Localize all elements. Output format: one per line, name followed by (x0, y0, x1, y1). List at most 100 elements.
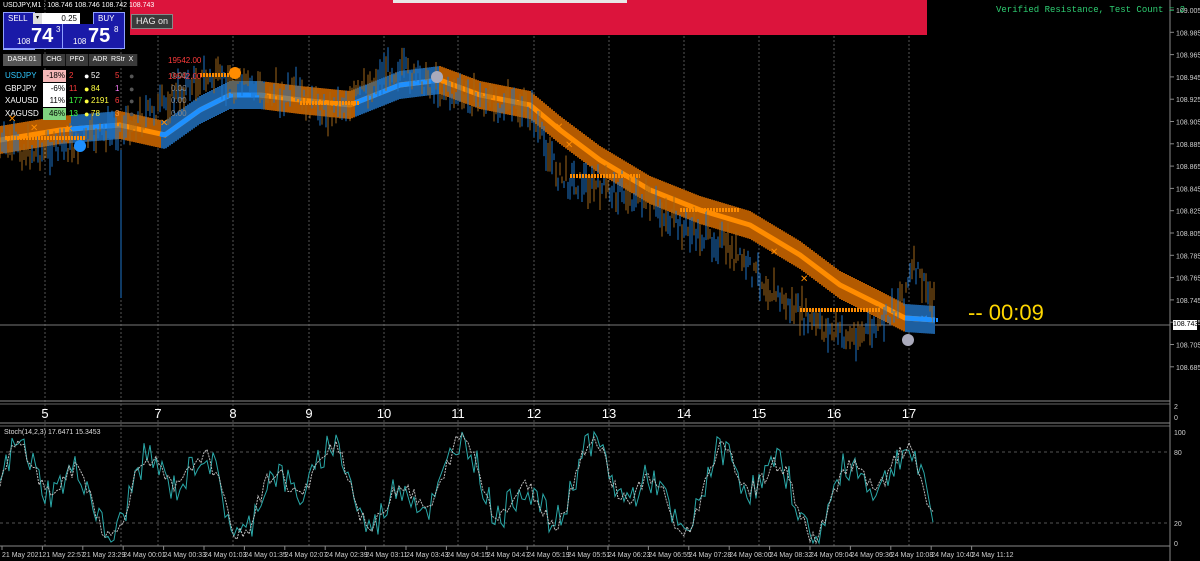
price-axis-label: 108.745 (1176, 298, 1200, 305)
time-axis-label: 24 May 04:47 (487, 552, 530, 559)
hour-label: 10 (377, 406, 391, 421)
current-price-tag: 108.743 (1173, 320, 1199, 330)
dashboard-rstr: 5 (115, 71, 120, 80)
col-rstr[interactable]: RStr (111, 54, 126, 66)
dashboard-symbol: XAGUSD (5, 108, 39, 118)
status-dot-icon: ● (129, 83, 135, 94)
x-marker-icon: ✕ (920, 314, 928, 325)
price-axis-label: 108.865 (1176, 164, 1200, 171)
sell-price-big: 74 (31, 25, 54, 47)
dashboard-rstr: 6 (115, 96, 120, 105)
col-adr[interactable]: ADR (89, 54, 112, 66)
dashboard-adr: 84 (91, 83, 100, 93)
stoch-axis-label: 20 (1174, 521, 1182, 528)
time-axis-label: 24 May 01:35 (244, 552, 287, 559)
hag-toggle-button[interactable]: HAG on (131, 14, 173, 29)
dashboard-pfo: 13 (69, 108, 78, 118)
price-axis-label: 108.685 (1176, 365, 1200, 372)
status-dot-icon: ● (129, 108, 135, 119)
dashboard-chg: 11% (43, 95, 66, 107)
status-dot-icon: ● (129, 71, 135, 81)
price-axis-label: 108.945 (1176, 75, 1200, 82)
price-axis-label: 108.985 (1176, 30, 1200, 37)
dashboard-adr: 78 (91, 108, 100, 118)
time-axis-label: 24 May 02:39 (325, 552, 368, 559)
dashboard-pfo: 11 (69, 83, 78, 93)
sell-label: SELL (8, 14, 28, 23)
status-dot-icon: ● (129, 96, 135, 106)
dashboard-adr: 2191 (91, 96, 109, 105)
dashboard-row[interactable]: GBPJPY -6% 11 84 1 0.00 ● ● (3, 82, 193, 95)
mid-axis-label: 2 (1174, 404, 1178, 411)
price-axis-label: 108.805 (1176, 231, 1200, 238)
dashboard-x: 0.00 (171, 71, 187, 80)
dashboard-chg: -18% (43, 70, 66, 82)
time-axis-label: 24 May 11:12 (972, 552, 1014, 559)
time-axis-label: 24 May 02:07 (285, 552, 328, 559)
time-axis-label: 24 May 09:36 (850, 552, 893, 559)
buy-price-sup: 8 (114, 25, 119, 34)
dashboard-row[interactable]: XAGUSD 46% 13 78 3 0.00 ● ● (3, 107, 193, 120)
dashboard-name[interactable]: DASH.01 (3, 54, 42, 66)
window-title: USDJPY,M1 : 108.746 108.746 108.742 108.… (3, 2, 155, 9)
sell-price[interactable]: 108 74 3 (3, 24, 67, 49)
hour-label: 17 (902, 406, 916, 421)
price-axis-label: 108.885 (1176, 142, 1200, 149)
time-axis-label: 24 May 08:32 (770, 552, 813, 559)
x-marker-icon: ✕ (770, 247, 778, 258)
hour-label: 13 (602, 406, 616, 421)
dashboard-pfo: 177 (69, 96, 83, 105)
time-axis-label: 24 May 09:04 (810, 552, 853, 559)
time-axis-label: 24 May 03:11 (366, 552, 408, 559)
dashboard-x: 0.00 (171, 83, 187, 93)
time-axis-label: 24 May 04:15 (446, 552, 489, 559)
x-marker-icon: ✕ (555, 122, 563, 133)
pivot-dot-icon (431, 71, 443, 83)
time-axis-label: 24 May 10:08 (891, 552, 934, 559)
x-marker-icon: ✕ (65, 124, 73, 135)
price-axis-label: 108.905 (1176, 120, 1200, 127)
dashboard-pfo: 2 (69, 71, 74, 80)
time-axis-label: 24 May 00:01 (123, 552, 166, 559)
hour-label: 9 (305, 406, 312, 421)
time-axis-label: 24 May 05:51 (568, 552, 611, 559)
x-marker-icon: ✕ (160, 118, 168, 129)
hour-label: 5 (41, 406, 48, 421)
price-axis-label: 108.965 (1176, 53, 1200, 60)
dashboard-symbol: XAUUSD (5, 96, 39, 105)
price-axis-label: 108.845 (1176, 186, 1200, 193)
lot-size-input[interactable]: 0.25 (42, 13, 80, 24)
x-marker-icon: ✕ (565, 140, 573, 151)
hour-label: 7 (154, 406, 161, 421)
dashboard-extra-1: 19542.00 (168, 56, 202, 65)
dashboard-chg: -6% (43, 82, 66, 95)
col-chg[interactable]: CHG (43, 54, 66, 66)
status-dot-icon: ● (84, 83, 90, 94)
col-close[interactable]: X (125, 54, 138, 66)
pivot-dot-icon (74, 140, 86, 152)
dashboard-row[interactable]: USDJPY -18% 2 52 5 0.00 ● ● (3, 70, 193, 82)
pivot-dot-icon (229, 67, 241, 79)
buy-price[interactable]: 108 75 8 (62, 24, 125, 49)
time-axis-label: 21 May 22:57 (42, 552, 85, 559)
sell-price-prefix: 108 (17, 37, 31, 46)
dashboard-row[interactable]: XAUUSD 11% 177 2191 6 0.00 ● ● (3, 95, 193, 107)
dashboard-rstr: 3 (115, 108, 120, 118)
buy-label: BUY (98, 14, 115, 23)
time-axis-label: 24 May 00:33 (164, 552, 207, 559)
hour-label: 12 (527, 406, 541, 421)
x-marker-icon: ✕ (30, 123, 38, 134)
status-dot-icon: ● (84, 108, 90, 119)
price-axis-label: 108.765 (1176, 276, 1200, 283)
dashboard-symbol: USDJPY (5, 71, 37, 80)
dashboard-chg: 46% (43, 107, 66, 120)
col-pfo[interactable]: PFO (66, 54, 89, 66)
time-axis-label: 24 May 03:43 (406, 552, 449, 559)
bar-countdown: -- 00:09 (968, 300, 1044, 325)
lot-dropdown-icon[interactable]: ▾ (33, 13, 42, 24)
dashboard-adr: 52 (91, 71, 100, 80)
time-axis-label: 24 May 06:55 (648, 552, 691, 559)
stochastic-label: Stoch(14,2,3) 17.6471 15.3453 (4, 429, 101, 436)
time-axis-label: 21 May 23:29 (83, 552, 126, 559)
scroll-indicator[interactable] (393, 0, 627, 3)
